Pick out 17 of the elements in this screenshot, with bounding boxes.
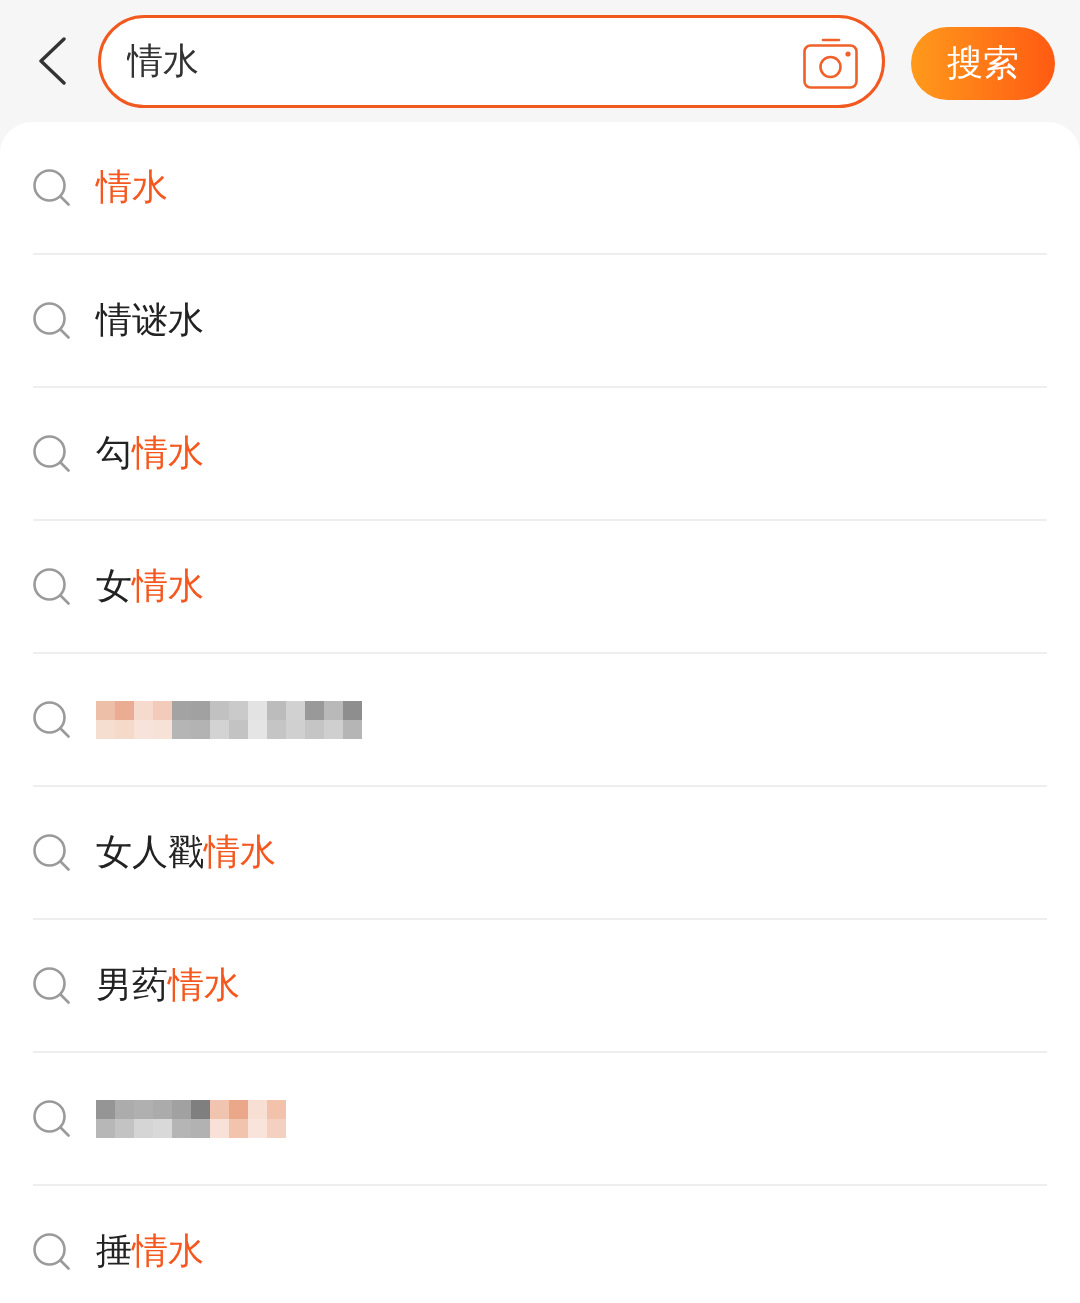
search-icon <box>33 967 70 1004</box>
search-icon <box>33 568 70 605</box>
search-icon <box>33 1100 70 1137</box>
search-icon <box>33 1233 70 1270</box>
camera-icon[interactable] <box>803 37 858 89</box>
search-icon <box>33 701 70 738</box>
search-icon <box>33 302 70 339</box>
suggestion-text[interactable]: 女人戳情水 <box>96 828 276 877</box>
suggestion-text[interactable]: 勾情水 <box>96 429 204 478</box>
search-icon <box>33 834 70 871</box>
back-chevron-icon[interactable] <box>38 37 66 85</box>
suggestion-text[interactable]: 情谜水 <box>96 296 204 345</box>
search-icon <box>33 169 70 206</box>
suggestion-text[interactable]: 男药情水 <box>96 961 240 1010</box>
suggestion-text[interactable]: 捶情水 <box>96 1227 204 1276</box>
suggestion-text[interactable]: 女情水 <box>96 562 204 611</box>
search-icon <box>33 435 70 472</box>
